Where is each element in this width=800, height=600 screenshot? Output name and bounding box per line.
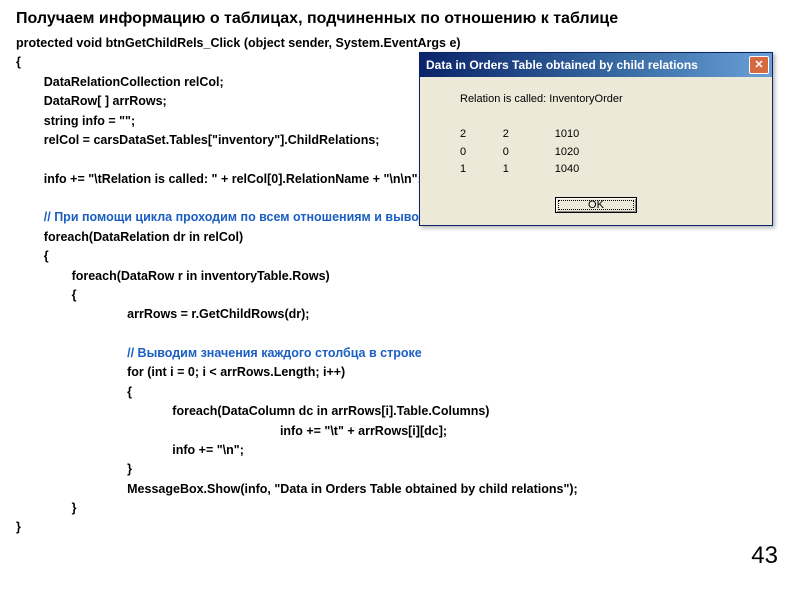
page-number: 43 <box>751 542 778 570</box>
code-comment: // Выводим значения каждого столбца в ст… <box>16 346 422 360</box>
code-line: foreach(DataRelation dr in relCol) <box>16 230 243 244</box>
code-line: info += "\tRelation is called: " + relCo… <box>16 172 422 186</box>
slide-title: Получаем информацию о таблицах, подчинен… <box>16 10 784 28</box>
code-line: foreach(DataColumn dc in arrRows[i].Tabl… <box>16 404 489 418</box>
code-line: { <box>16 288 76 302</box>
close-icon[interactable]: ✕ <box>749 56 769 74</box>
dialog-row: 0 0 1020 <box>460 146 579 158</box>
dialog-row: 1 1 1040 <box>460 163 579 175</box>
code-line: MessageBox.Show(info, "Data in Orders Ta… <box>16 482 578 496</box>
dialog-line: Relation is called: InventoryOrder <box>460 93 623 105</box>
dialog-button-row: OK <box>420 189 772 225</box>
code-line: { <box>16 385 132 399</box>
dialog-row: 2 2 1010 <box>460 128 579 140</box>
code-line: DataRelationCollection relCol; <box>16 75 224 89</box>
code-line: } <box>16 501 76 515</box>
code-line: DataRow[ ] arrRows; <box>16 94 167 108</box>
code-line: } <box>16 520 21 534</box>
code-line: arrRows = r.GetChildRows(dr); <box>16 307 309 321</box>
dialog-title: Data in Orders Table obtained by child r… <box>426 58 698 72</box>
message-box: Data in Orders Table obtained by child r… <box>419 52 773 226</box>
code-line: relCol = carsDataSet.Tables["inventory"]… <box>16 133 379 147</box>
code-line: protected void btnGetChildRels_Click (ob… <box>16 36 461 50</box>
code-line: foreach(DataRow r in inventoryTable.Rows… <box>16 269 330 283</box>
code-line: } <box>16 462 132 476</box>
dialog-body: Relation is called: InventoryOrder 2 2 1… <box>420 77 772 189</box>
code-line: { <box>16 55 21 69</box>
code-line: info += "\t" + arrRows[i][dc]; <box>16 424 447 438</box>
ok-button[interactable]: OK <box>555 197 637 213</box>
dialog-text: Relation is called: InventoryOrder 2 2 1… <box>460 91 754 179</box>
code-line: for (int i = 0; i < arrRows.Length; i++) <box>16 365 345 379</box>
code-line: string info = ""; <box>16 114 135 128</box>
code-line: info += "\n"; <box>16 443 244 457</box>
code-line: { <box>16 249 49 263</box>
dialog-titlebar[interactable]: Data in Orders Table obtained by child r… <box>420 53 772 77</box>
